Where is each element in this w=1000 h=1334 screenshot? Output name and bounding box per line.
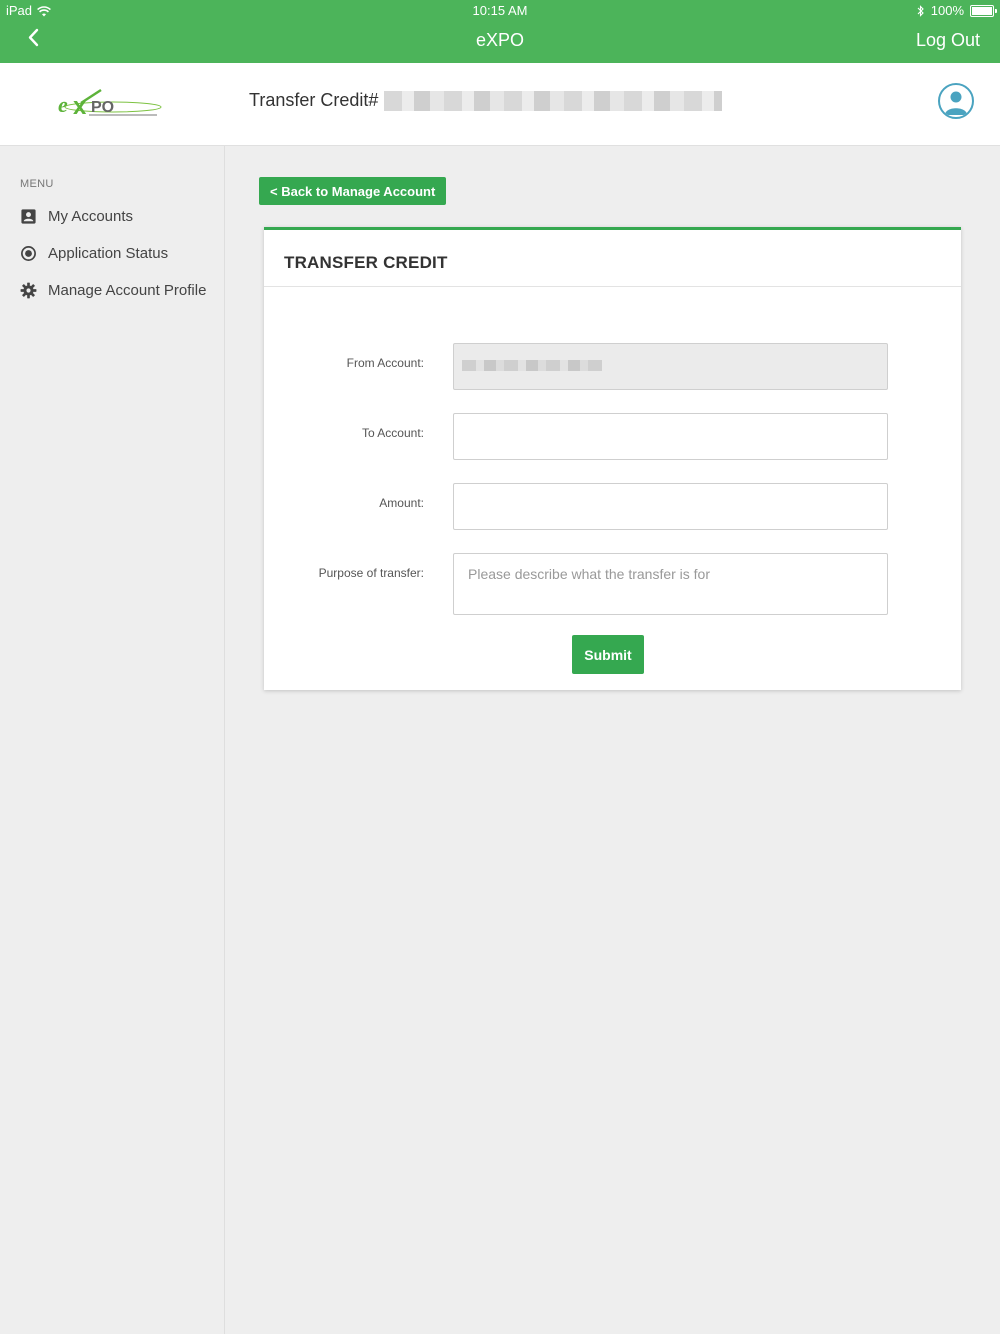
redacted-from-account	[462, 360, 602, 371]
status-time: 10:15 AM	[472, 3, 528, 18]
purpose-label: Purpose of transfer:	[318, 566, 424, 580]
svg-text:x: x	[73, 93, 87, 120]
sidebar-item-my-accounts[interactable]: My Accounts	[20, 208, 133, 225]
menu-label: MENU	[20, 178, 54, 190]
to-account-label: To Account:	[361, 426, 424, 440]
purpose-textarea[interactable]	[453, 553, 888, 615]
amount-input[interactable]	[453, 483, 888, 530]
user-icon	[945, 91, 967, 115]
status-bar-right: 100%	[917, 3, 997, 19]
sidebar-item-label: My Accounts	[48, 208, 134, 225]
back-to-manage-account-button[interactable]: < Back to Manage Account	[259, 177, 447, 205]
transfer-credit-card: TRANSFER CREDIT From Account: To Account…	[264, 227, 961, 690]
amount-label: Amount:	[379, 496, 424, 510]
user-avatar-button[interactable]	[938, 83, 974, 119]
battery-icon	[970, 5, 997, 17]
expo-logo: e x PO	[58, 88, 162, 120]
account-box-icon	[21, 209, 36, 224]
page-header: e x PO Transfer Credit#	[0, 63, 1000, 146]
sidebar-item-label: Application Status	[48, 245, 169, 262]
page-title: Transfer Credit#	[249, 90, 723, 111]
page-title-text: Transfer Credit#	[249, 90, 379, 110]
sidebar: MENU My Accounts Application Status Mana…	[0, 146, 225, 1334]
bluetooth-icon	[917, 5, 924, 17]
card-title: TRANSFER CREDIT	[284, 253, 448, 272]
gear-icon	[20, 282, 37, 299]
svg-text:PO: PO	[91, 99, 114, 116]
sidebar-item-label: Manage Account Profile	[48, 282, 207, 299]
to-account-input[interactable]	[453, 413, 888, 460]
card-divider	[264, 286, 961, 287]
battery-percent: 100%	[930, 3, 964, 18]
submit-button[interactable]: Submit	[572, 635, 644, 674]
logout-button[interactable]: Log Out	[916, 30, 980, 51]
top-nav-bar: iPad 10:15 AM 100% eXPO Log Out	[0, 0, 1000, 63]
radio-circle-icon	[21, 246, 36, 261]
svg-text:e: e	[58, 92, 68, 117]
redacted-transfer-id	[384, 90, 723, 111]
sidebar-item-manage-account-profile[interactable]: Manage Account Profile	[20, 282, 206, 299]
from-account-label: From Account:	[346, 356, 424, 370]
sidebar-item-application-status[interactable]: Application Status	[20, 245, 168, 262]
nav-title: eXPO	[475, 30, 525, 50]
